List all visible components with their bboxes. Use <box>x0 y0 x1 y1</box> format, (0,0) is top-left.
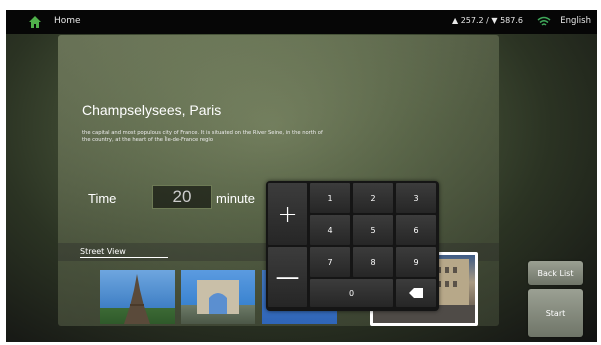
key-6[interactable]: 6 <box>396 215 436 245</box>
key-0[interactable]: 0 <box>310 279 393 307</box>
time-input[interactable]: 20 <box>152 185 212 209</box>
language-selector[interactable]: English <box>560 16 591 26</box>
backspace-icon <box>409 288 423 298</box>
back-list-button[interactable]: Back List <box>528 261 583 285</box>
key-2[interactable]: 2 <box>353 183 393 213</box>
key-8[interactable]: 8 <box>353 247 393 277</box>
top-bar: Home ▲ 257.2 / ▼ 587.6 English <box>6 10 597 34</box>
key-1[interactable]: 1 <box>310 183 350 213</box>
street-view-underline <box>80 257 168 258</box>
home-label[interactable]: Home <box>54 16 81 26</box>
home-icon[interactable] <box>28 15 42 29</box>
key-3[interactable]: 3 <box>396 183 436 213</box>
street-view-thumbnail-eiffel[interactable] <box>100 270 175 324</box>
street-view-thumbnail-arc[interactable] <box>181 270 255 324</box>
place-description: the capital and most populous city of Fr… <box>82 130 323 143</box>
wifi-icon <box>537 16 551 26</box>
place-title: Champselysees, Paris <box>82 102 222 118</box>
start-button[interactable]: Start <box>528 289 583 337</box>
transfer-status: ▲ 257.2 / ▼ 587.6 <box>452 16 523 25</box>
key-5[interactable]: 5 <box>353 215 393 245</box>
key-4[interactable]: 4 <box>310 215 350 245</box>
numeric-keypad: + — 1 2 3 4 5 6 7 8 9 0 <box>266 181 439 311</box>
increment-button[interactable]: + <box>268 183 307 245</box>
backspace-key[interactable] <box>396 279 436 307</box>
key-9[interactable]: 9 <box>396 247 436 277</box>
key-7[interactable]: 7 <box>310 247 350 277</box>
minute-label: minute <box>216 191 256 206</box>
decrement-button[interactable]: — <box>268 247 307 307</box>
street-view-label: Street View <box>80 247 126 256</box>
time-label: Time <box>88 191 117 206</box>
